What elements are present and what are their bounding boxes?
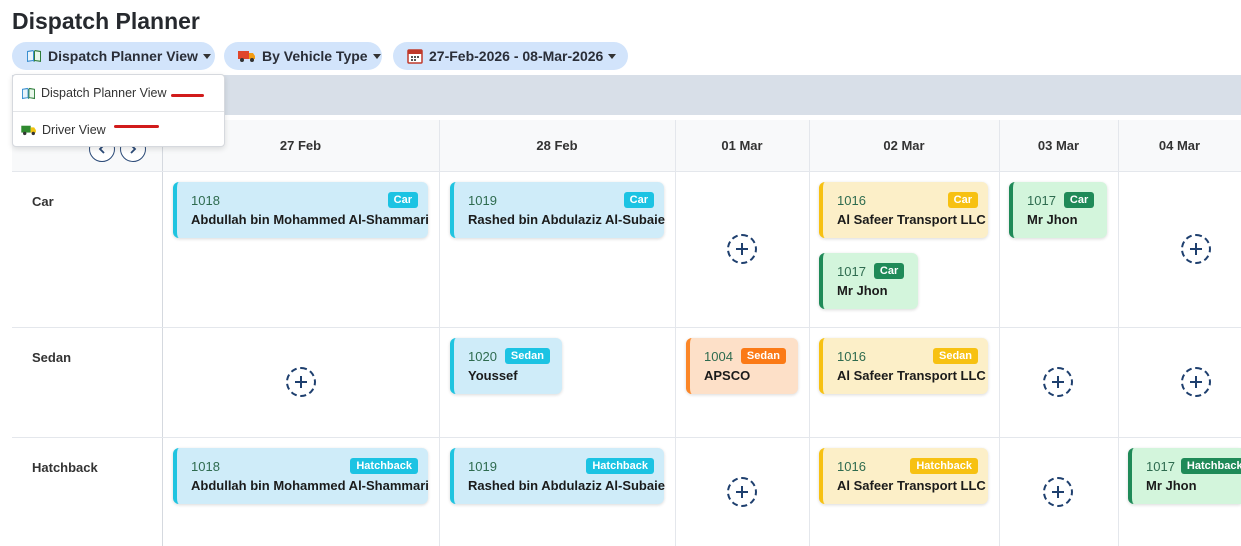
trip-customer: Abdullah bin Mohammed Al-Shammari [191, 478, 429, 493]
trip-card[interactable]: 1018 Car Abdullah bin Mohammed Al-Shammar… [173, 182, 429, 238]
trip-customer: Al Safeer Transport LLC [837, 212, 986, 227]
truck-icon [21, 124, 37, 136]
view-selector-label: Dispatch Planner View [48, 48, 198, 64]
chevron-down-icon [372, 53, 381, 59]
calendar-icon [407, 48, 423, 64]
grid-line [999, 120, 1000, 546]
vehicle-type-badge: Car [873, 263, 905, 279]
trip-id: 1019 [468, 458, 497, 474]
trip-id: 1018 [191, 192, 220, 208]
grid-line [12, 171, 1241, 172]
view-selector-button[interactable]: Dispatch Planner View [12, 42, 215, 70]
vehicle-type-badge: Car [623, 192, 654, 208]
row-label-hatchback: Hatchback [32, 460, 98, 475]
chevron-down-icon [608, 53, 617, 59]
row-label-car: Car [32, 194, 54, 209]
vehicle-type-badge: Hatchback [350, 458, 418, 474]
trip-customer: Youssef [468, 368, 518, 383]
trip-id: 1018 [191, 458, 220, 474]
trip-id: 1017 [837, 263, 866, 279]
grid-line [12, 437, 1241, 438]
vehicle-type-badge: Hatchback [1180, 458, 1241, 474]
group-by-label: By Vehicle Type [262, 48, 368, 64]
date-header: 28 Feb [439, 120, 675, 171]
trip-card[interactable]: 1017 Car Mr Jhon [819, 253, 918, 309]
grid-line [439, 120, 440, 546]
grid-line [1118, 120, 1119, 546]
menu-item-label: Dispatch Planner View [41, 86, 167, 100]
date-header: 02 Mar [809, 120, 999, 171]
date-range-button[interactable]: 27-Feb-2026 - 08-Mar-2026 [393, 42, 628, 70]
truck-icon [238, 49, 256, 63]
trip-card[interactable]: 1017 Hatchback Mr Jhon [1128, 448, 1241, 504]
trip-customer: Mr Jhon [1027, 212, 1078, 227]
date-range-label: 27-Feb-2026 - 08-Mar-2026 [429, 48, 604, 64]
trip-card[interactable]: 1017 Car Mr Jhon [1009, 182, 1107, 238]
trip-id: 1016 [837, 458, 866, 474]
trip-id: 1016 [837, 192, 866, 208]
highlight-mark [171, 94, 204, 97]
trip-customer: Abdullah bin Mohammed Al-Shammari [191, 212, 429, 227]
book-icon [26, 49, 42, 63]
group-by-button[interactable]: By Vehicle Type [224, 42, 382, 70]
trip-customer: APSCO [704, 368, 751, 383]
date-header: 04 Mar [1118, 120, 1241, 171]
trip-customer: Al Safeer Transport LLC [837, 478, 986, 493]
book-icon [21, 87, 36, 100]
trip-card[interactable]: 1018 Hatchback Abdullah bin Mohammed Al-S… [173, 448, 429, 504]
vehicle-type-badge: Sedan [504, 348, 550, 364]
add-trip-button[interactable] [1181, 234, 1211, 264]
trip-card[interactable]: 1016 Hatchback Al Safeer Transport LLC [819, 448, 988, 504]
add-trip-button[interactable] [286, 367, 316, 397]
trip-id: 1017 [1146, 458, 1175, 474]
date-header: 03 Mar [999, 120, 1118, 171]
chevron-down-icon [202, 53, 211, 59]
vehicle-type-badge: Car [947, 192, 978, 208]
trip-id: 1019 [468, 192, 497, 208]
add-trip-button[interactable] [727, 234, 757, 264]
trip-card[interactable]: 1020 Sedan Youssef [450, 338, 562, 394]
add-trip-button[interactable] [1181, 367, 1211, 397]
trip-customer: Mr Jhon [1146, 478, 1197, 493]
trip-card[interactable]: 1016 Sedan Al Safeer Transport LLC [819, 338, 988, 394]
vehicle-type-badge: Car [387, 192, 418, 208]
trip-id: 1016 [837, 348, 866, 364]
add-trip-button[interactable] [1043, 477, 1073, 507]
vehicle-type-badge: Hatchback [586, 458, 654, 474]
menu-item-dispatch-planner-view[interactable]: Dispatch Planner View [13, 75, 224, 111]
vehicle-type-badge: Hatchback [910, 458, 978, 474]
trip-customer: Al Safeer Transport LLC [837, 368, 986, 383]
trip-id: 1017 [1027, 192, 1056, 208]
view-dropdown-menu: Dispatch Planner View Driver View [12, 74, 225, 147]
add-trip-button[interactable] [727, 477, 757, 507]
page-title: Dispatch Planner [12, 8, 200, 34]
planner-grid: 27 Feb 28 Feb 01 Mar 02 Mar 03 Mar 04 Ma… [12, 120, 1241, 546]
vehicle-type-badge: Sedan [740, 348, 786, 364]
vehicle-type-badge: Car [1063, 192, 1095, 208]
vehicle-type-badge: Sedan [932, 348, 978, 364]
trip-card[interactable]: 1019 Car Rashed bin Abdulaziz Al-Subaie [450, 182, 665, 238]
trip-customer: Rashed bin Abdulaziz Al-Subaie [468, 212, 665, 227]
trip-customer: Mr Jhon [837, 283, 888, 298]
trip-id: 1004 [704, 348, 733, 364]
trip-card[interactable]: 1004 Sedan APSCO [686, 338, 798, 394]
add-trip-button[interactable] [1043, 367, 1073, 397]
date-header: 01 Mar [675, 120, 809, 171]
grid-line [809, 120, 810, 546]
trip-card[interactable]: 1016 Car Al Safeer Transport LLC [819, 182, 988, 238]
trip-card[interactable]: 1019 Hatchback Rashed bin Abdulaziz Al-Su… [450, 448, 665, 504]
grid-line [675, 120, 676, 546]
grid-line [12, 327, 1241, 328]
grid-line [162, 120, 163, 546]
trip-customer: Rashed bin Abdulaziz Al-Subaie [468, 478, 665, 493]
highlight-mark [114, 125, 159, 128]
menu-item-driver-view[interactable]: Driver View [13, 112, 224, 148]
trip-id: 1020 [468, 348, 497, 364]
row-label-sedan: Sedan [32, 350, 72, 365]
menu-item-label: Driver View [42, 123, 106, 137]
